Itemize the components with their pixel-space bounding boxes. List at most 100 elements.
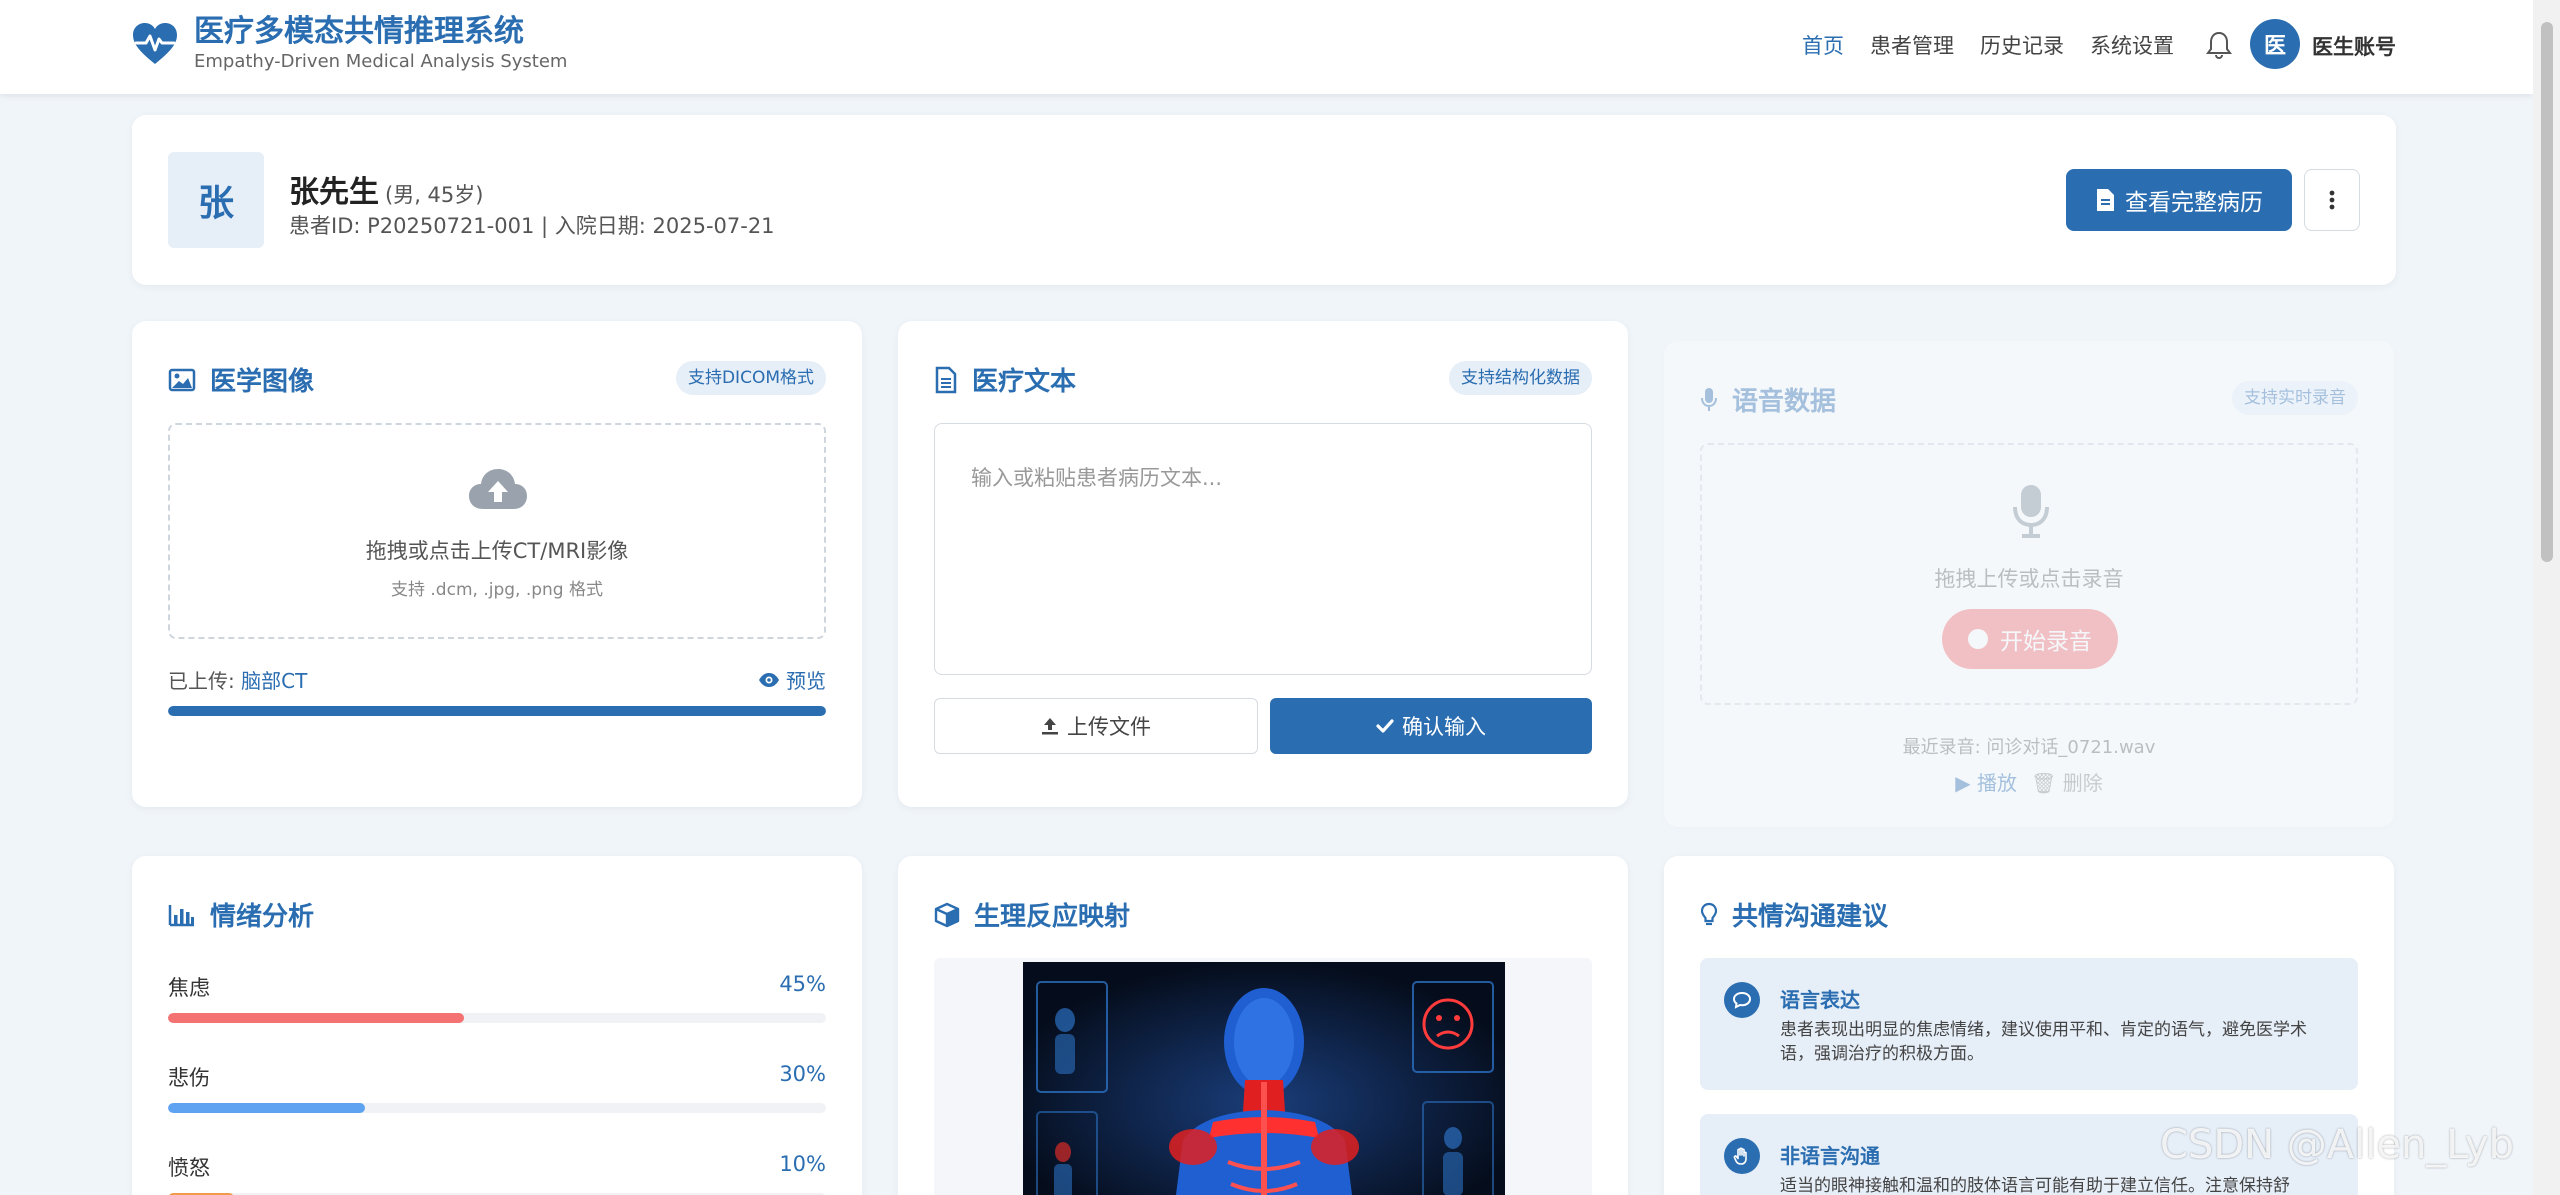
upload-progress-bar bbox=[168, 706, 826, 716]
patient-id-date: 患者ID: P20250721-001 | 入院日期: 2025-07-21 bbox=[289, 214, 775, 238]
dropzone-text: 拖拽或点击上传CT/MRI影像 bbox=[365, 539, 629, 563]
advice-title: 非语言沟通 bbox=[1780, 1144, 1880, 1168]
patient-name-row: 张先生 (男, 45岁) bbox=[289, 167, 483, 211]
upload-file-button[interactable]: 上传文件 bbox=[934, 698, 1258, 754]
cloud-upload-icon bbox=[469, 469, 527, 509]
confirm-input-label: 确认输入 bbox=[1402, 715, 1486, 739]
medical-image-card: 医学图像 支持DICOM格式 拖拽或点击上传CT/MRI影像 支持 .dcm, … bbox=[132, 321, 862, 807]
main-nav: 首页 患者管理 历史记录 系统设置 bbox=[1802, 0, 2200, 90]
patient-card: 张 张先生 (男, 45岁) 患者ID: P20250721-001 | 入院日期… bbox=[132, 115, 2396, 285]
nav-history[interactable]: 历史记录 bbox=[1980, 30, 2064, 60]
recent-recording: 最近录音: 问诊对话_0721.wav bbox=[1902, 737, 2156, 758]
emotion-label: 焦虑 bbox=[168, 976, 210, 1000]
physiology-mapping-card: 生理反应映射 bbox=[898, 856, 1628, 1195]
file-text-icon bbox=[935, 366, 957, 393]
start-recording-button[interactable]: 开始录音 bbox=[1942, 609, 2118, 669]
emotion-analysis-title-text: 情绪分析 bbox=[210, 902, 315, 932]
voice-data-title-text: 语音数据 bbox=[1732, 387, 1837, 417]
top-navbar: 医疗多模态共情推理系统 Empathy-Driven Medical Analy… bbox=[0, 0, 2533, 94]
brand-subtitle: Empathy-Driven Medical Analysis System bbox=[194, 51, 568, 72]
delete-recording-button[interactable]: 🗑 删除 bbox=[2031, 767, 2103, 796]
view-full-record-label: 查看完整病历 bbox=[2125, 190, 2263, 216]
body-scan-illustration bbox=[1023, 962, 1505, 1195]
play-recording-button[interactable]: ▶ 播放 bbox=[1955, 767, 2017, 796]
structured-data-badge: 支持结构化数据 bbox=[1449, 361, 1592, 395]
upload-progress-fill bbox=[168, 706, 826, 716]
preview-label: 预览 bbox=[786, 669, 826, 693]
patient-gender-age: (男, 45岁) bbox=[385, 183, 484, 207]
physiology-image-frame bbox=[934, 958, 1592, 1195]
brand[interactable]: 医疗多模态共情推理系统 Empathy-Driven Medical Analy… bbox=[130, 14, 567, 74]
emotion-bar-anxiety bbox=[168, 1013, 826, 1023]
image-icon bbox=[168, 368, 196, 391]
advice-verbal: 语言表达 患者表现出明显的焦虑情绪，建议使用平和、肯定的语气，避免医学术语，强调… bbox=[1700, 958, 2358, 1090]
upload-file-label: 上传文件 bbox=[1067, 715, 1151, 739]
record-dot-icon bbox=[1968, 629, 1988, 649]
uploaded-status: 已上传: 脑部CT bbox=[168, 665, 307, 694]
emotion-value: 30% bbox=[779, 1062, 826, 1086]
more-options-button[interactable] bbox=[2304, 169, 2360, 231]
realtime-record-badge: 支持实时录音 bbox=[2232, 381, 2358, 415]
voice-dropzone-text: 拖拽上传或点击录音 bbox=[1934, 567, 2124, 591]
microphone-icon bbox=[2013, 485, 2049, 538]
medical-image-title: 医学图像 bbox=[168, 361, 314, 398]
dicom-badge: 支持DICOM格式 bbox=[675, 361, 826, 395]
emotion-analysis-title: 情绪分析 bbox=[168, 896, 314, 933]
uploaded-filename: 脑部CT bbox=[241, 669, 308, 693]
advice-title: 语言表达 bbox=[1780, 988, 1860, 1012]
medical-text-card: 医疗文本 支持结构化数据 输入或粘贴患者病历文本... 上传文件 确认输入 bbox=[898, 321, 1628, 807]
lightbulb-icon bbox=[1700, 902, 1718, 925]
page-scrollbar[interactable] bbox=[2533, 0, 2560, 1195]
nav-patient-management[interactable]: 患者管理 bbox=[1870, 30, 1954, 60]
nav-home[interactable]: 首页 bbox=[1802, 30, 1844, 60]
more-vertical-icon bbox=[2329, 190, 2335, 210]
heart-pulse-icon bbox=[133, 23, 177, 64]
physiology-mapping-title: 生理反应映射 bbox=[934, 896, 1130, 933]
advice-text: 适当的眼神接触和温和的肢体语言可能有助于建立信任。注意保持舒 bbox=[1780, 1176, 2290, 1195]
emotion-bar-fill bbox=[168, 1103, 366, 1113]
medical-text-input[interactable]: 输入或粘贴患者病历文本... bbox=[934, 423, 1592, 675]
user-avatar[interactable]: 医 bbox=[2250, 19, 2300, 69]
emotion-label: 悲伤 bbox=[168, 1066, 210, 1090]
speech-bubble-icon bbox=[1724, 982, 1760, 1018]
upload-icon bbox=[1042, 718, 1058, 735]
bell-icon[interactable] bbox=[2205, 30, 2233, 60]
play-label: 播放 bbox=[1977, 771, 2017, 795]
confirm-input-button[interactable]: 确认输入 bbox=[1270, 698, 1592, 754]
hand-icon bbox=[1724, 1138, 1760, 1174]
view-full-record-button[interactable]: 查看完整病历 bbox=[2066, 169, 2292, 231]
watermark: CSDN @Allen_Lyb bbox=[2160, 1122, 2514, 1168]
medical-image-title-text: 医学图像 bbox=[210, 367, 315, 397]
emotion-analysis-card: 情绪分析 焦虑 45% 悲伤 30% 愤怒 10% bbox=[132, 856, 862, 1195]
nav-settings[interactable]: 系统设置 bbox=[2090, 30, 2174, 60]
physiology-mapping-title-text: 生理反应映射 bbox=[974, 902, 1131, 932]
patient-avatar: 张 bbox=[168, 152, 264, 248]
medical-text-title: 医疗文本 bbox=[934, 361, 1076, 398]
emotion-value: 10% bbox=[779, 1152, 826, 1176]
brand-title: 医疗多模态共情推理系统 bbox=[194, 14, 524, 49]
emotion-bar-fill bbox=[168, 1013, 465, 1023]
preview-link[interactable]: 预览 bbox=[758, 665, 826, 694]
delete-label: 删除 bbox=[2062, 771, 2103, 795]
emotion-bar-sadness bbox=[168, 1103, 826, 1113]
recording-actions: ▶ 播放 🗑 删除 bbox=[1664, 767, 2394, 796]
medical-text-title-text: 医疗文本 bbox=[972, 367, 1077, 397]
cube-icon bbox=[934, 902, 960, 927]
uploaded-prefix: 已上传: bbox=[168, 669, 235, 693]
start-recording-label: 开始录音 bbox=[2000, 629, 2092, 655]
dropzone-formats: 支持 .dcm, .jpg, .png 格式 bbox=[391, 580, 603, 600]
empathy-advice-title-text: 共情沟通建议 bbox=[1732, 902, 1889, 932]
scrollbar-thumb[interactable] bbox=[2541, 22, 2553, 562]
body-scan-image[interactable] bbox=[1023, 962, 1505, 1195]
image-dropzone[interactable]: 拖拽或点击上传CT/MRI影像 支持 .dcm, .jpg, .png 格式 bbox=[168, 423, 826, 639]
emotion-label: 愤怒 bbox=[168, 1156, 210, 1180]
eye-icon bbox=[759, 672, 779, 687]
empathy-advice-title: 共情沟通建议 bbox=[1700, 896, 1888, 933]
user-account-label[interactable]: 医生账号 bbox=[2312, 31, 2396, 61]
voice-dropzone[interactable]: 拖拽上传或点击录音 开始录音 bbox=[1700, 443, 2358, 705]
document-icon bbox=[2097, 189, 2114, 211]
voice-data-title: 语音数据 bbox=[1700, 381, 1836, 418]
check-icon bbox=[1376, 719, 1394, 733]
bar-chart-icon bbox=[168, 904, 194, 926]
emotion-value: 45% bbox=[779, 972, 826, 996]
